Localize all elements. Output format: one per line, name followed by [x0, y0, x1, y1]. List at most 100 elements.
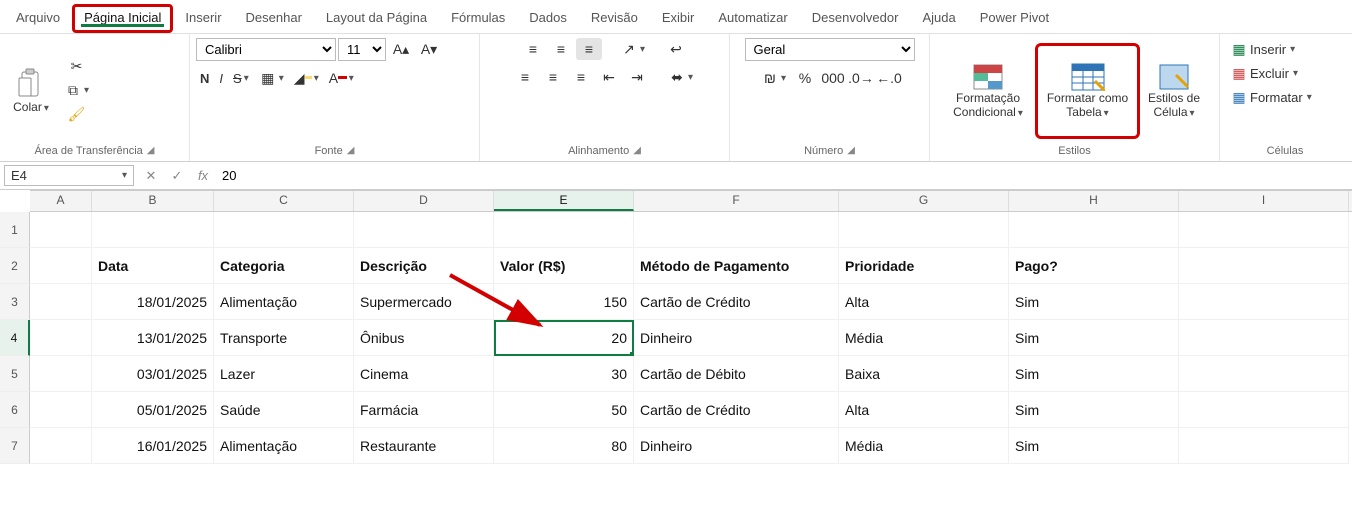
dialog-launcher-icon[interactable]: ◢: [347, 145, 355, 157]
cell[interactable]: 03/01/2025: [92, 356, 214, 392]
cell[interactable]: 05/01/2025: [92, 392, 214, 428]
cell[interactable]: [1179, 212, 1349, 248]
tab-power-pivot[interactable]: Power Pivot: [968, 4, 1061, 33]
cell[interactable]: [1179, 284, 1349, 320]
row-header[interactable]: 1: [0, 212, 30, 248]
column-header[interactable]: C: [214, 191, 354, 211]
cell[interactable]: Sim: [1009, 392, 1179, 428]
column-header[interactable]: D: [354, 191, 494, 211]
cell[interactable]: Data: [92, 248, 214, 284]
format-as-table-button[interactable]: Formatar como Tabela▾: [1040, 48, 1135, 134]
column-headers[interactable]: ABCDEFGHI: [30, 190, 1352, 212]
tab-inserir[interactable]: Inserir: [173, 4, 233, 33]
cell[interactable]: Prioridade: [839, 248, 1009, 284]
paste-button[interactable]: Colar▾: [6, 48, 56, 134]
tab-página-inicial[interactable]: Página Inicial: [72, 4, 173, 33]
cell[interactable]: Supermercado: [354, 284, 494, 320]
column-header[interactable]: H: [1009, 191, 1179, 211]
font-name-combo[interactable]: Calibri: [196, 38, 336, 61]
align-right-button[interactable]: ≡: [568, 66, 594, 88]
cell[interactable]: 16/01/2025: [92, 428, 214, 464]
cell[interactable]: Sim: [1009, 428, 1179, 464]
cell[interactable]: 20: [494, 320, 634, 356]
orientation-button[interactable]: ↗▾: [616, 38, 649, 60]
tab-revisão[interactable]: Revisão: [579, 4, 650, 33]
cell[interactable]: [30, 428, 92, 464]
column-header[interactable]: G: [839, 191, 1009, 211]
row-header[interactable]: 5: [0, 356, 30, 392]
decrease-font-button[interactable]: A▾: [416, 39, 442, 61]
cell[interactable]: Restaurante: [354, 428, 494, 464]
borders-button[interactable]: ▦▾: [255, 67, 288, 89]
increase-font-button[interactable]: A▴: [388, 39, 414, 61]
cell[interactable]: [1179, 248, 1349, 284]
tab-ajuda[interactable]: Ajuda: [910, 4, 967, 33]
cell[interactable]: Ônibus: [354, 320, 494, 356]
row-header[interactable]: 4: [0, 320, 30, 356]
cell[interactable]: 30: [494, 356, 634, 392]
cell[interactable]: Sim: [1009, 356, 1179, 392]
cell[interactable]: [92, 212, 214, 248]
cell[interactable]: [1179, 428, 1349, 464]
cell[interactable]: [30, 284, 92, 320]
cell[interactable]: [1179, 356, 1349, 392]
underline-button[interactable]: S▾: [229, 69, 253, 88]
cell[interactable]: 50: [494, 392, 634, 428]
delete-cells-button[interactable]: ▦Excluir▾: [1226, 62, 1302, 84]
column-header[interactable]: B: [92, 191, 214, 211]
number-format-combo[interactable]: Geral: [745, 38, 915, 61]
cell[interactable]: Dinheiro: [634, 428, 839, 464]
cell[interactable]: 18/01/2025: [92, 284, 214, 320]
row-header[interactable]: 6: [0, 392, 30, 428]
format-painter-button[interactable]: 🖌: [60, 104, 93, 126]
tab-desenvolvedor[interactable]: Desenvolvedor: [800, 4, 911, 33]
cell[interactable]: Cinema: [354, 356, 494, 392]
cell[interactable]: Lazer: [214, 356, 354, 392]
cell[interactable]: Cartão de Débito: [634, 356, 839, 392]
cell[interactable]: Alimentação: [214, 284, 354, 320]
cell[interactable]: Média: [839, 428, 1009, 464]
increase-indent-button[interactable]: ⇥: [624, 66, 650, 88]
tab-exibir[interactable]: Exibir: [650, 4, 707, 33]
column-header[interactable]: F: [634, 191, 839, 211]
cell[interactable]: Cartão de Crédito: [634, 284, 839, 320]
cell[interactable]: [839, 212, 1009, 248]
align-center-button[interactable]: ≡: [540, 66, 566, 88]
increase-decimal-button[interactable]: .0→: [848, 67, 874, 89]
tab-desenhar[interactable]: Desenhar: [234, 4, 314, 33]
cell[interactable]: Sim: [1009, 284, 1179, 320]
cell[interactable]: [30, 320, 92, 356]
tab-dados[interactable]: Dados: [517, 4, 579, 33]
tab-automatizar[interactable]: Automatizar: [706, 4, 799, 33]
cell[interactable]: Pago?: [1009, 248, 1179, 284]
row-header[interactable]: 2: [0, 248, 30, 284]
row-header[interactable]: 7: [0, 428, 30, 464]
cell[interactable]: 150: [494, 284, 634, 320]
column-header[interactable]: I: [1179, 191, 1349, 211]
cell[interactable]: 80: [494, 428, 634, 464]
cell[interactable]: [1009, 212, 1179, 248]
cell[interactable]: Descrição: [354, 248, 494, 284]
conditional-formatting-button[interactable]: Formatação Condicional▾: [945, 48, 1031, 134]
cell[interactable]: [1179, 320, 1349, 356]
comma-style-button[interactable]: 000: [820, 67, 846, 89]
cell[interactable]: [494, 212, 634, 248]
cell[interactable]: [30, 248, 92, 284]
align-top-button[interactable]: ≡: [520, 38, 546, 60]
cell[interactable]: Método de Pagamento: [634, 248, 839, 284]
cell[interactable]: Categoria: [214, 248, 354, 284]
cell[interactable]: Alimentação: [214, 428, 354, 464]
wrap-text-button[interactable]: ↩: [663, 38, 689, 60]
bold-button[interactable]: N: [196, 69, 213, 88]
cell-styles-button[interactable]: Estilos de Célula▾: [1144, 48, 1204, 134]
align-left-button[interactable]: ≡: [512, 66, 538, 88]
cell[interactable]: [30, 392, 92, 428]
cancel-edit-button[interactable]: ✕: [138, 168, 164, 184]
cell[interactable]: Alta: [839, 284, 1009, 320]
cut-button[interactable]: ✂: [60, 56, 93, 78]
align-bottom-button[interactable]: ≡: [576, 38, 602, 60]
name-box[interactable]: E4▾: [4, 165, 134, 186]
cell[interactable]: [1179, 392, 1349, 428]
column-header[interactable]: A: [30, 191, 92, 211]
cell[interactable]: Saúde: [214, 392, 354, 428]
